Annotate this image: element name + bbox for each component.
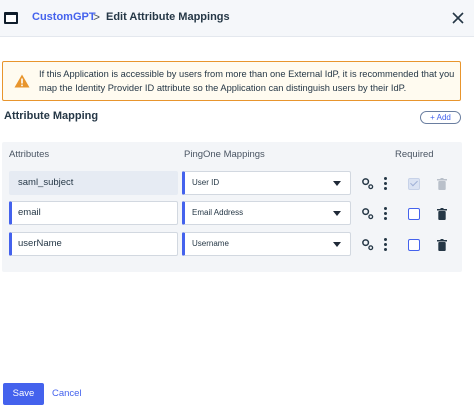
attribute-field-email[interactable]: email: [9, 201, 178, 225]
trash-icon[interactable]: [437, 208, 447, 220]
advanced-settings-icon[interactable]: [361, 177, 374, 190]
mapping-select[interactable]: Email Address: [182, 201, 351, 225]
close-icon: [452, 12, 464, 24]
advanced-settings-icon[interactable]: [361, 238, 374, 251]
required-checkbox: [408, 178, 420, 190]
required-checkbox[interactable]: [408, 208, 420, 220]
mapping-select[interactable]: Username: [182, 232, 351, 256]
mapping-select-value: User ID: [192, 178, 220, 187]
header-required: Required: [395, 149, 434, 160]
advanced-settings-icon[interactable]: [361, 207, 374, 220]
save-button[interactable]: Save: [3, 383, 44, 405]
cancel-link[interactable]: Cancel: [52, 388, 82, 399]
trash-icon: [437, 178, 447, 190]
warning-text: If this Application is accessible by use…: [39, 69, 455, 93]
app-window-icon: [4, 12, 18, 24]
breadcrumb-app-link[interactable]: CustomGPT: [32, 11, 96, 23]
header-mappings: PingOne Mappings: [184, 149, 265, 160]
attribute-field-username[interactable]: userName: [9, 232, 178, 256]
add-button[interactable]: + Add: [420, 111, 461, 124]
warning-triangle-icon: [14, 74, 30, 88]
header-attributes: Attributes: [9, 149, 50, 160]
section-title: Attribute Mapping: [4, 110, 99, 122]
more-options-icon[interactable]: [384, 238, 388, 251]
dropdown-caret-icon: [333, 211, 341, 216]
header-bar: CustomGPT > Edit Attribute Mappings: [0, 0, 474, 37]
dropdown-caret-icon: [333, 181, 341, 186]
warning-banner: If this Application is accessible by use…: [2, 61, 461, 101]
chevron-right-icon: >: [93, 10, 101, 24]
dropdown-caret-icon: [333, 242, 341, 247]
more-options-icon[interactable]: [384, 207, 388, 220]
close-button[interactable]: [448, 8, 468, 28]
attribute-field-saml-subject: saml_subject: [9, 171, 178, 195]
mapping-select-value: Email Address: [192, 208, 244, 217]
more-options-icon[interactable]: [384, 177, 388, 190]
page-title: Edit Attribute Mappings: [106, 11, 230, 23]
required-checkbox[interactable]: [408, 239, 420, 251]
mapping-select[interactable]: User ID: [182, 171, 351, 195]
mapping-select-value: Username: [192, 239, 229, 248]
trash-icon[interactable]: [437, 239, 447, 251]
